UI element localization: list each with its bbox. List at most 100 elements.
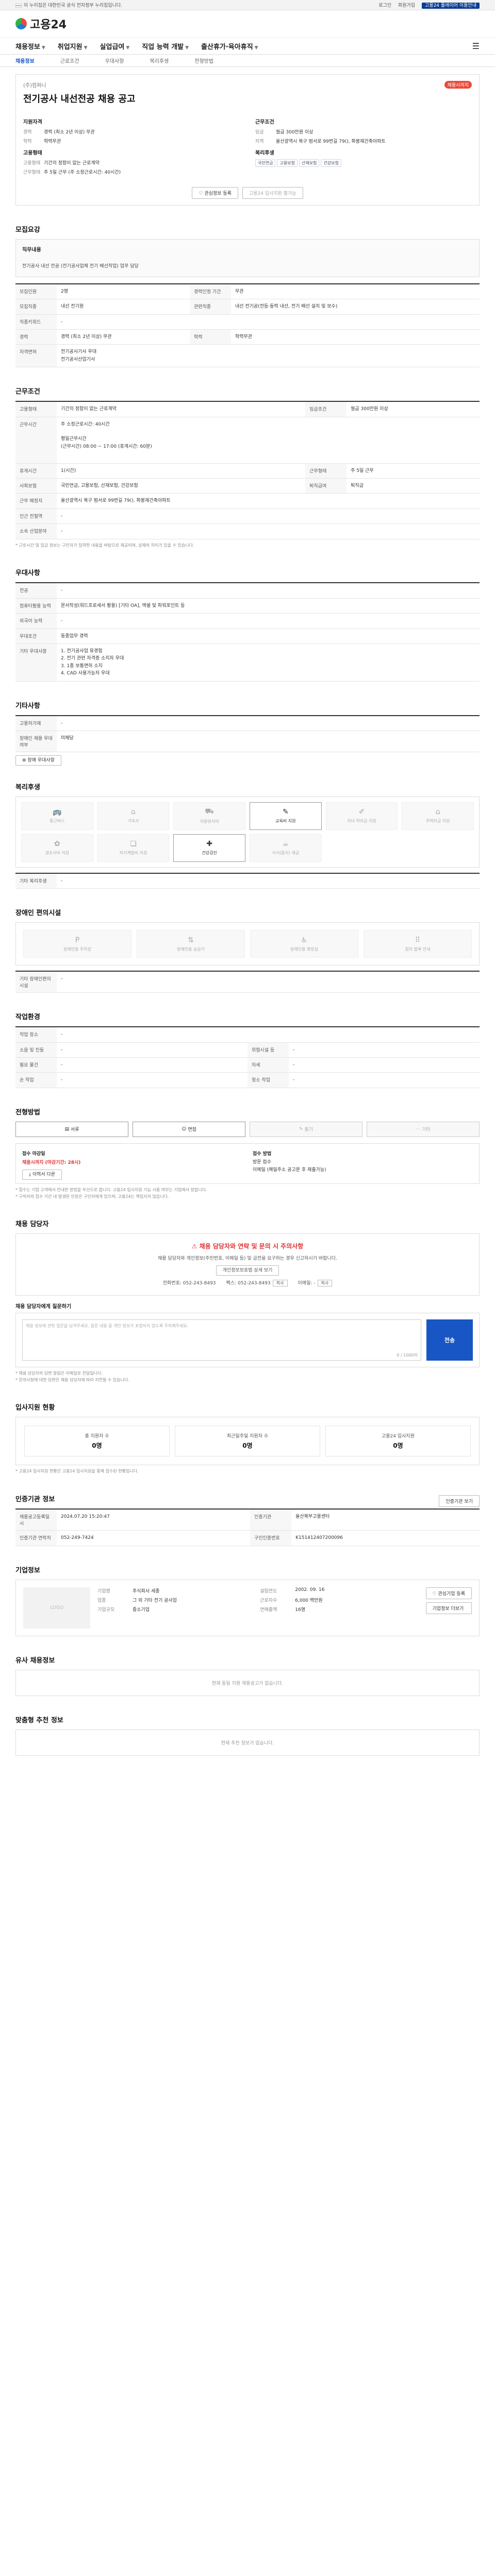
section-tabs: 채용정보 근로조건 우대사항 복리후생 전형방법 [0, 55, 495, 67]
conditions-table: 고용형태 기간의 정함이 없는 근로계약 임금조건 월급 300만원 이상 근무시간 주… [15, 401, 480, 539]
stat-week: 최근일주일 지원자 수 0명 [175, 1426, 320, 1457]
tab-prefer[interactable]: 우대사항 [105, 57, 124, 64]
site-logo[interactable]: 고용24 [15, 15, 67, 32]
nav-item-training[interactable]: 직업 능력 개발 ▼ [142, 41, 189, 51]
nav-item-leave[interactable]: 출산휴가·육아휴직 ▼ [201, 41, 258, 51]
company-name: (주)컴퍼니 [23, 83, 46, 89]
menu-icon[interactable]: ☰ [472, 41, 480, 51]
bus-icon: 🚌 [53, 808, 62, 817]
stat-online: 고용24 입사지원 0명 [325, 1426, 471, 1457]
welfare-heading: 복리후생 [255, 150, 274, 156]
document-icon: ▤ [64, 1126, 70, 1132]
agency-view-button[interactable]: 인증기관 보기 [439, 1495, 480, 1507]
resume-download-button[interactable]: ⤓ 이력서 다운 [22, 1169, 62, 1180]
tab-recruit[interactable]: 채용정보 [15, 57, 35, 64]
question-input[interactable]: 채용 정보에 관한 질문을 남겨주세요. 질문 내용 중 개인 정보가 포함되지… [22, 1319, 421, 1361]
copy-fax-button[interactable]: 복사 [272, 1280, 288, 1287]
contact-section: 채용 담당자 ⚠ 채용 담당자와 연락 및 문의 시 주의사항 채용 담당자와 … [15, 1218, 480, 1383]
braille-icon: ⠿ [415, 936, 421, 944]
pencil-icon: ✎ [299, 1126, 303, 1132]
login-link[interactable]: 로그인 [378, 3, 391, 8]
agency-section: 인증기관 정보 인증기관 보기 채용공고등록일시 2024.07.20 15:20… [15, 1494, 480, 1546]
stats-section: 입사지원 현황 총 지원자 수 0명 최근일주일 지원자 수 0명 고용24 입사지… [15, 1402, 480, 1475]
graduation-icon: ✎ [282, 808, 289, 817]
section-title: 장애인 편의시설 [15, 909, 61, 918]
apply-button[interactable]: 고용24 입사지원 불가능 [242, 187, 303, 199]
player-guide-button[interactable]: 고용24 플레이어 이용안내 [422, 3, 480, 9]
section-title: 모집요강 [15, 226, 40, 234]
company-section: 기업정보 LOGO 기업명 주식회사 세종 설립연도 2002. 09. 16 업종 그… [15, 1565, 480, 1636]
health-icon: ✚ [206, 840, 213, 849]
company-card: LOGO 기업명 주식회사 세종 설립연도 2002. 09. 16 업종 그 외 기타… [15, 1579, 480, 1636]
similar-section: 유사 채용정보 현재 동일 지원 채용공고가 없습니다. [15, 1655, 480, 1696]
interview-icon: ☺ [182, 1126, 187, 1132]
facility-item: ♿ 장애인용 화장실 [250, 930, 358, 958]
question-box: 채용 정보에 관한 질문을 남겨주세요. 질문 내용 중 개인 정보가 포함되지… [15, 1312, 480, 1367]
welfare-etc-table: 기타 복리후생 - [15, 872, 480, 889]
home-loan-icon: ⌂ [435, 808, 440, 817]
prefer-section: 우대사항 전공 - 컴퓨터활용 능력 문서작성(워드프로세서 활용) [기타 OA]… [15, 567, 480, 682]
section-title: 작업환경 [15, 1013, 40, 1022]
company-logo: LOGO [23, 1587, 90, 1629]
section-title: 유사 채용정보 [15, 1656, 55, 1665]
gift-icon: ✿ [54, 840, 60, 849]
recommend-empty: 현재 추천 정보가 없습니다. [15, 1729, 480, 1756]
etc-table: 고용허가제 - 장애인 채용 우대 여부 미해당 [15, 715, 480, 752]
etc-section: 기타사항 고용허가제 - 장애인 채용 우대 여부 미해당 ⊕ 장애 우대사항 [15, 700, 480, 766]
nav-item-support[interactable]: 취업지원 ▼ [58, 41, 88, 51]
welfare-item: ☕ 식사(중식) 제공 [250, 834, 322, 862]
phone-number: 052-243-8493 [183, 1281, 216, 1286]
restroom-icon: ♿ [301, 936, 308, 944]
insurance-chips: 국민연금 고용보험 산재보험 건강보험 [255, 159, 472, 167]
tab-conditions[interactable]: 근로조건 [60, 57, 79, 64]
tab-method[interactable]: 전형방법 [194, 57, 213, 64]
env-section: 작업환경 작업 장소 - 소음 및 진동 - 위험시설 등- 필요 물건 - 자세 - 손 … [15, 1011, 480, 1088]
welfare-item: ⌂ 주택자금 지원 [402, 802, 474, 830]
elevator-icon: ⇅ [188, 936, 194, 944]
conditions-note: * 근로시간 및 임금 정보는 구인자가 입력한 내용을 바탕으로 제공되며, … [15, 543, 194, 548]
qualification-heading: 지원자격 [23, 120, 42, 125]
conditions-section: 근무조건 고용형태 기간의 정함이 없는 근로계약 임금조건 월급 300만원 이상 … [15, 386, 480, 549]
company-more-button[interactable]: 기업정보 더보기 [425, 1602, 472, 1614]
copy-email-button[interactable]: 복사 [317, 1280, 333, 1287]
question-heading: 채용 담당자에게 질문하기 [15, 1303, 72, 1310]
school-icon: ✐ [358, 808, 365, 817]
deadline-badge: 채용시까지 [444, 81, 472, 89]
gov-bar: 이 누리집은 대한민국 공식 전자정부 누리집입니다. 로그인 회원가입 고용2… [0, 0, 495, 10]
welfare-item: ✚ 건강검진 [173, 834, 245, 862]
recruit-table: 모집인원 2명 경력인정 기간 무관 모집직종 내선 전기원 관련직종 내선 전기공(전등·… [15, 283, 480, 368]
nav-item-unemployment[interactable]: 실업급여 ▼ [100, 41, 130, 51]
signup-link[interactable]: 회원가입 [398, 3, 415, 8]
favorite-company-button[interactable]: ♡ 관심기업 등록 [425, 1587, 472, 1599]
stat-total: 총 지원자 수 0명 [24, 1426, 170, 1457]
disability-prefer-button[interactable]: ⊕ 장애 우대사항 [15, 755, 61, 766]
char-count: 0 / 1000자 [397, 1352, 418, 1358]
agency-table: 채용공고등록일시 2024.07.20 15:20:47 인증기관 울산북부고용센터 … [15, 1509, 480, 1546]
facility-item: ⇅ 장애인용 승강기 [137, 930, 245, 958]
welfare-item: 🚌 통근버스 [21, 802, 93, 830]
save-interest-button[interactable]: ♡ 관심정보 등록 [192, 187, 238, 199]
tab-welfare[interactable]: 복리후생 [150, 57, 169, 64]
company-info: 기업명 주식회사 세종 설립연도 2002. 09. 16 업종 그 외 기타 전기 공… [97, 1587, 325, 1613]
section-title: 전형방법 [15, 1108, 40, 1116]
welfare-item: ❏ 자기계발비 지원 [97, 834, 170, 862]
question-notes: * 채용 담당자의 답변 알림은 이메일로 전달됩니다. * 문의사항에 대한 … [15, 1370, 129, 1382]
section-title: 복리후생 [15, 783, 40, 791]
section-title: 기타사항 [15, 702, 40, 710]
section-title: 맞춤형 추천 정보 [15, 1716, 63, 1724]
section-title: 인증기관 정보 [15, 1496, 55, 1504]
privacy-law-button[interactable]: 개인정보보호법 상세 보기 [216, 1265, 279, 1276]
section-title: 기업정보 [15, 1566, 40, 1574]
apply-notes: * 접수는 기업 고객에서 안내한 방법을 우선으로 합니다. 고용24 입사지… [15, 1187, 207, 1199]
facility-item: P 장애인용 주차장 [23, 930, 131, 958]
car-icon: ⛟ [205, 807, 214, 816]
apply-info: 접수 마감일 채용시까지 (마감기간: 28시) ⤓ 이력서 다운 접수 방법 … [15, 1143, 480, 1184]
facility-etc-table: 기타 장애인편의 시설 - [15, 971, 480, 993]
method-section: 전형방법 ▤ 서류 ☺ 면접 ✎ 필기 ⋯ 기타 접수 마감일 채용시까지 (마… [15, 1107, 480, 1200]
prefer-table: 전공 - 컴퓨터활용 능력 문서작성(워드프로세서 활용) [기타 OA], 엑셀 … [15, 582, 480, 682]
nav-item-jobs[interactable]: 채용정보 ▼ [15, 41, 45, 51]
job-summary: (주)컴퍼니 채용시까지 전기공사 내선전공 채용 공고 지원자격 경력 경력 (… [15, 74, 480, 206]
send-button[interactable]: 전송 [426, 1319, 473, 1361]
fax-number: 052-243-8493 [238, 1281, 271, 1286]
welfare-item: ✐ 자녀 학자금 지원 [325, 802, 398, 830]
